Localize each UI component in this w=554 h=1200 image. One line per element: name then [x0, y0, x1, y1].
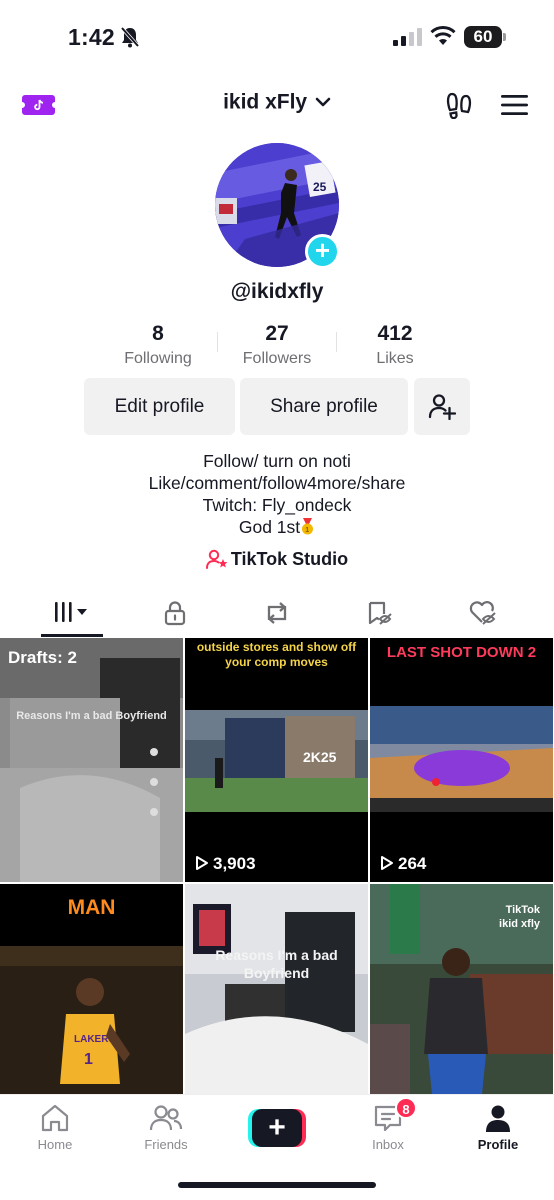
drafts-thumbnail [0, 638, 183, 882]
svg-text:1: 1 [84, 1051, 93, 1068]
profile-icon [486, 1105, 510, 1132]
video-overlay-text: Reasons I'm a bad Boyfriend [16, 710, 167, 722]
add-friends-button[interactable] [414, 378, 470, 435]
stat-likes-label: Likes [376, 350, 414, 367]
profile-bio: Follow/ turn on noti Like/comment/follow… [0, 450, 554, 538]
content-tab-bar [0, 592, 554, 638]
view-count-value: 3,903 [213, 854, 256, 873]
menu-icon[interactable] [501, 94, 528, 116]
tiktok-studio-link[interactable]: TikTok Studio [0, 549, 554, 570]
nav-home-label: Home [37, 1137, 73, 1152]
active-tab-indicator [41, 634, 103, 637]
stat-likes[interactable]: 412 Likes [335, 322, 455, 368]
add-user-icon [428, 394, 457, 421]
drafts-tile[interactable]: Drafts: 2 Reasons I'm a bad Boyfriend [0, 638, 183, 882]
battery-percent: 60 [464, 26, 502, 48]
nav-friends-label: Friends [144, 1137, 188, 1152]
cellular-signal-icon [393, 28, 422, 46]
bio-line: Like/comment/follow4more/share [148, 473, 406, 493]
stat-likes-value: 412 [377, 322, 413, 345]
stat-followers-label: Followers [242, 350, 312, 367]
video-thumbnail [185, 884, 368, 1094]
account-name: ikid xFly [223, 90, 308, 114]
create-button[interactable]: + [248, 1109, 306, 1147]
tab-private[interactable] [120, 592, 230, 638]
drafts-count: Drafts: 2 [8, 648, 77, 667]
tab-favorites[interactable] [325, 592, 435, 638]
video-tile[interactable]: LAST SHOT DOWN 2 264 [370, 638, 553, 882]
bell-muted-icon [120, 26, 140, 48]
video-tile[interactable]: Reasons I'm a bad Boyfriend [185, 884, 368, 1094]
lock-icon [164, 601, 186, 626]
share-profile-button[interactable]: Share profile [240, 378, 408, 435]
view-count-value: 264 [398, 854, 427, 873]
play-icon [196, 856, 208, 870]
repost-icon [267, 602, 287, 624]
favorites-hidden-icon [368, 601, 392, 625]
stat-followers[interactable]: 27 Followers [217, 322, 337, 368]
video-thumbnail [370, 638, 553, 882]
video-overlay-text: outside stores and show off your comp mo… [196, 640, 357, 669]
nav-profile-label: Profile [477, 1137, 519, 1152]
video-thumbnail: 2K25 [185, 638, 368, 882]
stat-following-label: Following [124, 350, 192, 367]
friends-icon [149, 1105, 183, 1131]
medal-emoji-icon: 1 [302, 518, 314, 535]
footprint-icon[interactable] [445, 91, 473, 119]
video-tile[interactable]: 2K25 outside stores and show off your co… [185, 638, 368, 882]
wifi-icon [430, 26, 456, 45]
svg-text:2K25: 2K25 [303, 749, 337, 765]
inbox-badge: 8 [395, 1097, 417, 1119]
view-count: 3,903 [195, 854, 256, 874]
stat-following-value: 8 [152, 322, 164, 345]
profile-header: ikid xFly [0, 80, 554, 130]
bio-line: Follow/ turn on noti [203, 451, 351, 471]
video-overlay-text: LAST SHOT DOWN 2 [386, 644, 537, 661]
nav-friends[interactable]: Friends [121, 1103, 211, 1152]
bio-line-last: God 1st 1 [0, 516, 554, 538]
profile-handle: @ikidxfly [230, 280, 324, 303]
nav-inbox[interactable]: 8 Inbox [343, 1097, 433, 1152]
video-grid: Drafts: 2 Reasons I'm a bad Boyfriend 2K… [0, 638, 554, 1094]
profile-stats: 8 Following 27 Followers 412 Likes [0, 322, 554, 372]
tab-liked[interactable] [428, 592, 538, 638]
chevron-down-icon [315, 98, 331, 107]
svg-text:1: 1 [305, 527, 309, 534]
stat-followers-value: 27 [265, 322, 289, 345]
home-icon [41, 1104, 69, 1132]
nav-profile[interactable]: Profile [453, 1103, 543, 1152]
creator-watermark: ikid xfly [499, 918, 540, 930]
tiktok-studio-label: TikTok Studio [230, 549, 349, 569]
play-icon [381, 856, 393, 870]
add-avatar-button[interactable]: + [305, 234, 340, 269]
battery-indicator: 60 [464, 26, 506, 48]
bio-line: Twitch: Fly_ondeck [202, 495, 352, 515]
bio-line: God 1st [238, 517, 301, 537]
liked-hidden-icon [469, 601, 496, 625]
status-bar: 1:42 60 [0, 0, 554, 76]
tab-videos[interactable] [17, 592, 127, 638]
video-tile[interactable]: LAKERS 1 MAN [0, 884, 183, 1094]
status-time: 1:42 [68, 24, 115, 50]
svg-text:25: 25 [313, 180, 327, 194]
battery-cap [503, 33, 506, 41]
video-overlay-text: Reasons I'm a bad Boyfriend [215, 947, 338, 981]
videos-grid-icon [55, 602, 87, 622]
studio-person-icon [205, 549, 228, 569]
plus-icon: + [252, 1109, 302, 1147]
nav-home[interactable]: Home [10, 1103, 100, 1152]
view-count: 264 [380, 854, 426, 874]
stat-following[interactable]: 8 Following [98, 322, 218, 368]
tab-reposts[interactable] [222, 592, 332, 638]
home-indicator [178, 1182, 376, 1188]
nav-inbox-label: Inbox [372, 1137, 404, 1152]
video-overlay-text: MAN [67, 896, 116, 919]
edit-profile-button[interactable]: Edit profile [84, 378, 235, 435]
tiktok-watermark: TikTok [505, 904, 540, 916]
video-tile[interactable]: TikTok ikid xfly [370, 884, 553, 1094]
